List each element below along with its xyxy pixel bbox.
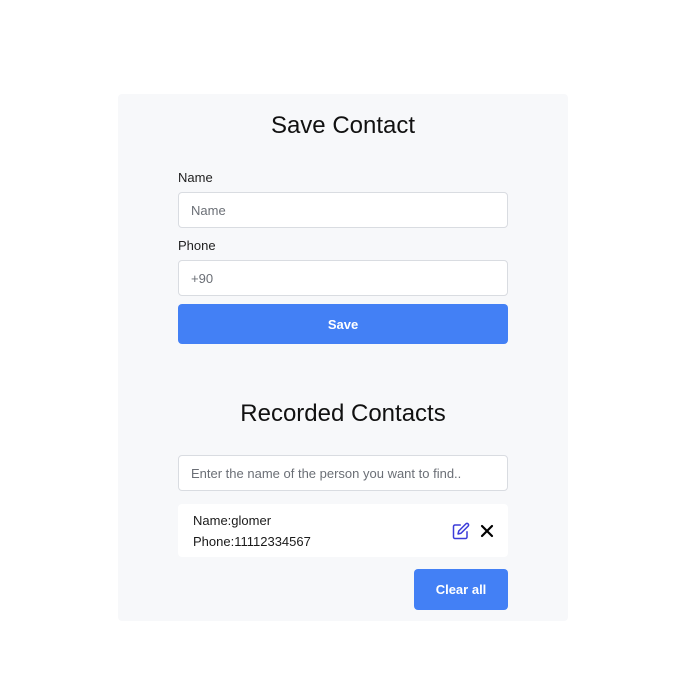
clear-all-button[interactable]: Clear all xyxy=(414,569,508,610)
contact-item: Name:glomer Phone:11112334567 xyxy=(178,504,508,557)
save-contact-title: Save Contact xyxy=(270,112,416,139)
phone-label: Phone xyxy=(178,238,216,253)
phone-input[interactable] xyxy=(178,260,508,296)
contact-phone: Phone:11112334567 xyxy=(193,534,311,549)
edit-icon[interactable] xyxy=(451,521,471,541)
close-icon[interactable] xyxy=(477,521,497,541)
name-label: Name xyxy=(178,170,213,185)
search-input[interactable] xyxy=(178,455,508,491)
contact-name: Name:glomer xyxy=(193,513,272,528)
contact-card: Save Contact Name Phone Save Recorded Co… xyxy=(118,94,568,621)
save-button[interactable]: Save xyxy=(178,304,508,344)
name-input[interactable] xyxy=(178,192,508,228)
recorded-contacts-title: Recorded Contacts xyxy=(240,400,446,427)
